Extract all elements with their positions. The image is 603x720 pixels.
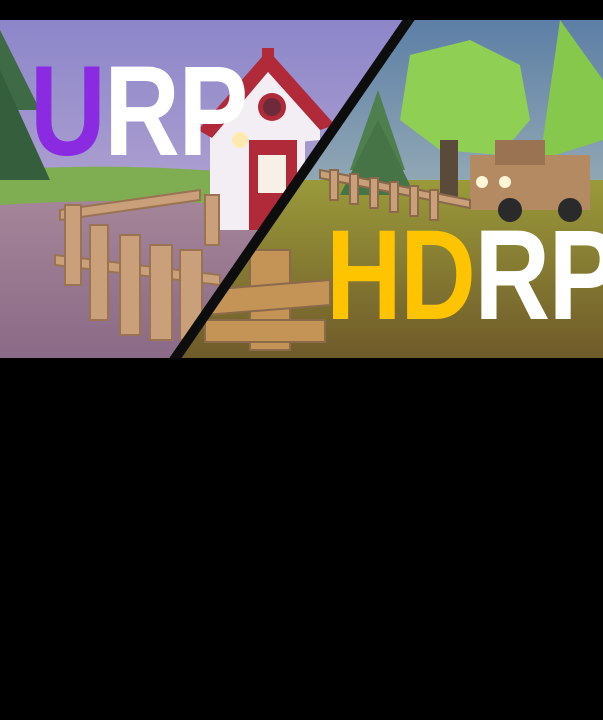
hdrp-title-rest: RP <box>474 204 603 347</box>
thumbnail-image: URP HDRP <box>0 20 603 358</box>
urp-title: URP <box>30 48 248 176</box>
urp-title-rest: RP <box>104 40 248 183</box>
urp-title-accent: U <box>30 40 106 183</box>
hdrp-title-accent: HD <box>326 204 476 347</box>
hdrp-title: HDRP <box>326 212 603 340</box>
black-area <box>0 358 603 720</box>
